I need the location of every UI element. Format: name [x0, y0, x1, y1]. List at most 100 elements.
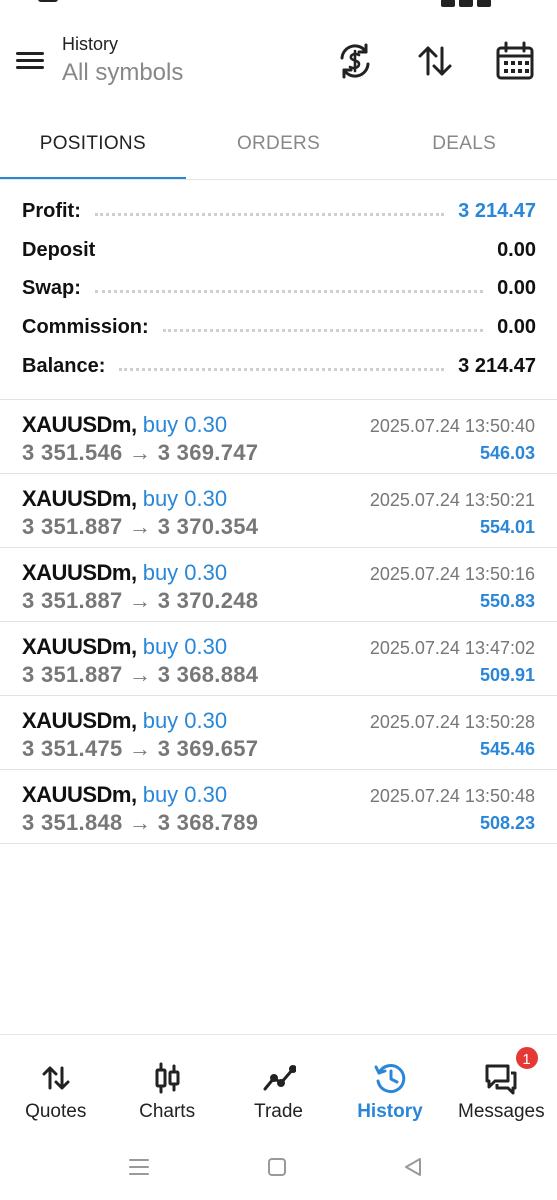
position-time: 2025.07.24 13:50:48 [369, 786, 535, 806]
summary-panel: Profit: 3 214.47 Deposit 0.00 Swap: 0.00… [22, 192, 536, 385]
tabs-divider [0, 179, 557, 180]
candlestick-icon [155, 1062, 180, 1094]
position-profit: 546.03 [479, 443, 535, 463]
tab-bar: POSITIONS ORDERS DEALS [0, 120, 557, 180]
nav-trade[interactable]: Trade [223, 1035, 334, 1140]
hamburger-menu-icon[interactable] [14, 48, 48, 78]
open-price: 3 351.887 [22, 588, 123, 613]
quotes-arrows-icon [42, 1066, 70, 1090]
position-symbol: XAUUSDm, [22, 782, 137, 807]
position-symbol: XAUUSDm, [22, 708, 137, 733]
notification-badge: 1 [513, 1045, 540, 1071]
dotted-leader [94, 290, 484, 294]
dotted-leader [109, 252, 483, 254]
position-header: XAUUSDm, buy 0.30 [22, 634, 227, 660]
nav-charts[interactable]: Charts [111, 1035, 222, 1140]
system-nav-bar [0, 1140, 557, 1200]
status-bar [0, 0, 557, 14]
nav-history[interactable]: History [334, 1035, 445, 1140]
sort-arrows-icon[interactable] [414, 40, 456, 82]
bottom-nav: Quotes Charts Trade History Messages 1 [0, 1034, 557, 1140]
summary-row-commission: Commission: 0.00 [22, 308, 536, 347]
position-prices: 3 351.546 → 3 369.747 [22, 440, 258, 466]
balance-value: 3 214.47 [458, 354, 536, 377]
close-price: 3 370.354 [157, 514, 259, 539]
deposit-label: Deposit [22, 238, 96, 261]
tab-deals[interactable]: DEALS [371, 120, 557, 180]
summary-row-profit: Profit: 3 214.47 [22, 192, 536, 231]
position-prices: 3 351.475 → 3 369.657 [22, 736, 258, 762]
home-icon[interactable] [264, 1154, 290, 1180]
position-row[interactable]: XAUUSDm, buy 0.30 3 351.887 → 3 370.354 … [0, 474, 557, 548]
position-prices: 3 351.887 → 3 370.248 [22, 588, 258, 614]
status-time [38, 0, 58, 2]
open-price: 3 351.475 [22, 736, 123, 761]
swap-label: Swap: [22, 277, 81, 300]
nav-label: Quotes [25, 1101, 87, 1122]
nav-quotes[interactable]: Quotes [0, 1035, 111, 1140]
recent-apps-icon[interactable] [126, 1154, 152, 1180]
arrow-right-icon: → [129, 440, 152, 465]
positions-list: XAUUSDm, buy 0.30 3 351.546 → 3 369.747 … [0, 399, 557, 844]
position-header: XAUUSDm, buy 0.30 [22, 782, 227, 808]
arrow-right-icon: → [129, 514, 152, 539]
position-time: 2025.07.24 13:47:02 [369, 638, 535, 658]
close-price: 3 369.747 [157, 440, 259, 465]
commission-label: Commission: [22, 315, 149, 338]
close-price: 3 370.248 [157, 588, 259, 613]
position-row[interactable]: XAUUSDm, buy 0.30 3 351.887 → 3 370.248 … [0, 548, 557, 622]
summary-row-deposit: Deposit 0.00 [22, 231, 536, 270]
position-row[interactable]: XAUUSDm, buy 0.30 3 351.475 → 3 369.657 … [0, 696, 557, 770]
back-icon[interactable] [400, 1154, 426, 1180]
balance-label: Balance: [22, 354, 106, 377]
nav-label: Messages [458, 1101, 545, 1122]
position-side: buy 0.30 [142, 412, 228, 437]
nav-messages[interactable]: Messages 1 [446, 1035, 557, 1140]
status-icons [437, 0, 517, 7]
swap-value: 0.00 [497, 277, 536, 300]
position-profit: 554.01 [479, 517, 535, 537]
messages-chat-icon [485, 1064, 517, 1095]
nav-label: Trade [254, 1101, 303, 1122]
open-price: 3 351.887 [22, 662, 123, 687]
position-row[interactable]: XAUUSDm, buy 0.30 3 351.848 → 3 368.789 … [0, 770, 557, 844]
exchange-dollar-icon[interactable] [334, 40, 376, 82]
position-header: XAUUSDm, buy 0.30 [22, 560, 227, 586]
calendar-icon[interactable] [494, 40, 536, 82]
position-profit: 508.23 [479, 813, 535, 833]
arrow-right-icon: → [129, 810, 152, 835]
open-price: 3 351.848 [22, 810, 123, 835]
nav-label: History [357, 1101, 423, 1122]
summary-row-swap: Swap: 0.00 [22, 269, 536, 308]
position-side: buy 0.30 [142, 708, 228, 733]
position-time: 2025.07.24 13:50:16 [369, 564, 535, 584]
position-prices: 3 351.848 → 3 368.789 [22, 810, 258, 836]
symbol-filter[interactable]: All symbols [62, 59, 183, 87]
position-row[interactable]: XAUUSDm, buy 0.30 3 351.887 → 3 368.884 … [0, 622, 557, 696]
profit-value: 3 214.47 [458, 199, 536, 222]
app-header: History All symbols [0, 24, 557, 104]
open-price: 3 351.546 [22, 440, 123, 465]
position-prices: 3 351.887 → 3 370.354 [22, 514, 258, 540]
arrow-right-icon: → [129, 662, 152, 687]
position-side: buy 0.30 [142, 560, 228, 585]
position-symbol: XAUUSDm, [22, 560, 137, 585]
deposit-value: 0.00 [497, 238, 536, 261]
tab-orders[interactable]: ORDERS [186, 120, 372, 180]
position-profit: 545.46 [479, 739, 535, 759]
dotted-leader [162, 328, 484, 332]
arrow-right-icon: → [129, 588, 152, 613]
position-side: buy 0.30 [142, 634, 228, 659]
close-price: 3 368.789 [157, 810, 259, 835]
position-symbol: XAUUSDm, [22, 634, 137, 659]
position-prices: 3 351.887 → 3 368.884 [22, 662, 258, 688]
position-time: 2025.07.24 13:50:28 [369, 712, 535, 732]
commission-value: 0.00 [497, 315, 536, 338]
position-row[interactable]: XAUUSDm, buy 0.30 3 351.546 → 3 369.747 … [0, 400, 557, 474]
trade-line-icon [263, 1065, 296, 1091]
position-symbol: XAUUSDm, [22, 486, 137, 511]
close-price: 3 369.657 [157, 736, 259, 761]
history-clock-icon [374, 1064, 406, 1094]
tab-positions[interactable]: POSITIONS [0, 120, 186, 180]
title-block: History All symbols [62, 34, 183, 87]
